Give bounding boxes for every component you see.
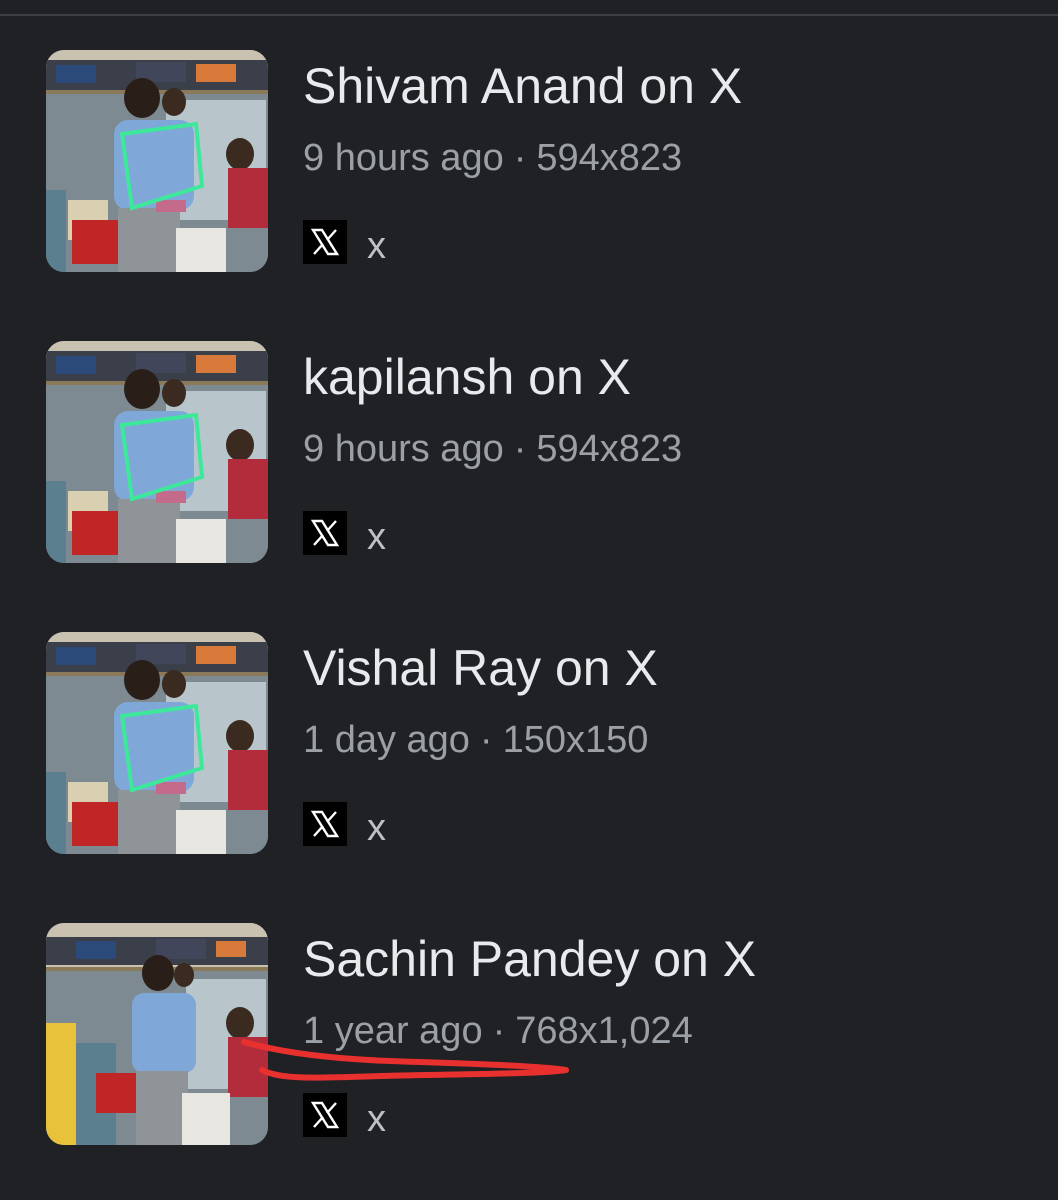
source-label: x [367,1097,386,1140]
source-label: x [367,515,386,558]
result-title[interactable]: kapilansh on X [303,349,631,405]
result-dimensions: 768x1,024 [515,1010,693,1052]
source-label: x [367,806,386,849]
source-label: x [367,224,386,267]
result-source[interactable]: x [303,511,386,558]
train-photo-image [46,341,268,563]
result-title[interactable]: Vishal Ray on X [303,640,658,696]
meta-separator: · [479,719,493,761]
result-source[interactable]: x [303,802,386,849]
result-time: 9 hours ago [303,428,504,470]
result-title[interactable]: Shivam Anand on X [303,58,742,114]
result-dimensions: 594x823 [536,428,683,470]
train-photo-image [46,50,268,272]
result-thumbnail[interactable] [46,632,268,854]
meta-separator: · [492,1010,506,1052]
result-dimensions: 150x150 [502,719,649,761]
x-logo-icon [303,1093,347,1137]
result-source[interactable]: x [303,1093,386,1140]
meta-separator: · [513,137,527,179]
result-meta: 1 day ago · 150x150 [303,718,648,762]
x-logo-icon [303,220,347,264]
result-time: 1 day ago [303,719,470,761]
x-logo-icon [303,802,347,846]
meta-separator: · [513,428,527,470]
result-thumbnail[interactable] [46,923,268,1145]
result-dimensions: 594x823 [536,137,683,179]
result-item-3[interactable]: Vishal Ray on X 1 day ago · 150x150 x [0,632,1058,862]
result-item-2[interactable]: kapilansh on X 9 hours ago · 594x823 x [0,341,1058,571]
result-thumbnail[interactable] [46,341,268,563]
result-item-1[interactable]: Shivam Anand on X 9 hours ago · 594x823 x [0,50,1058,280]
top-divider [0,14,1058,16]
train-photo-image [46,923,268,1145]
result-meta: 1 year ago · 768x1,024 [303,1009,693,1053]
result-time: 1 year ago [303,1010,483,1052]
train-photo-image [46,632,268,854]
result-meta: 9 hours ago · 594x823 [303,427,682,471]
result-title[interactable]: Sachin Pandey on X [303,931,756,987]
result-time: 9 hours ago [303,137,504,179]
x-logo-icon [303,511,347,555]
result-item-4[interactable]: Sachin Pandey on X 1 year ago · 768x1,024 … [0,923,1058,1153]
result-source[interactable]: x [303,220,386,267]
result-meta: 9 hours ago · 594x823 [303,136,682,180]
result-thumbnail[interactable] [46,50,268,272]
